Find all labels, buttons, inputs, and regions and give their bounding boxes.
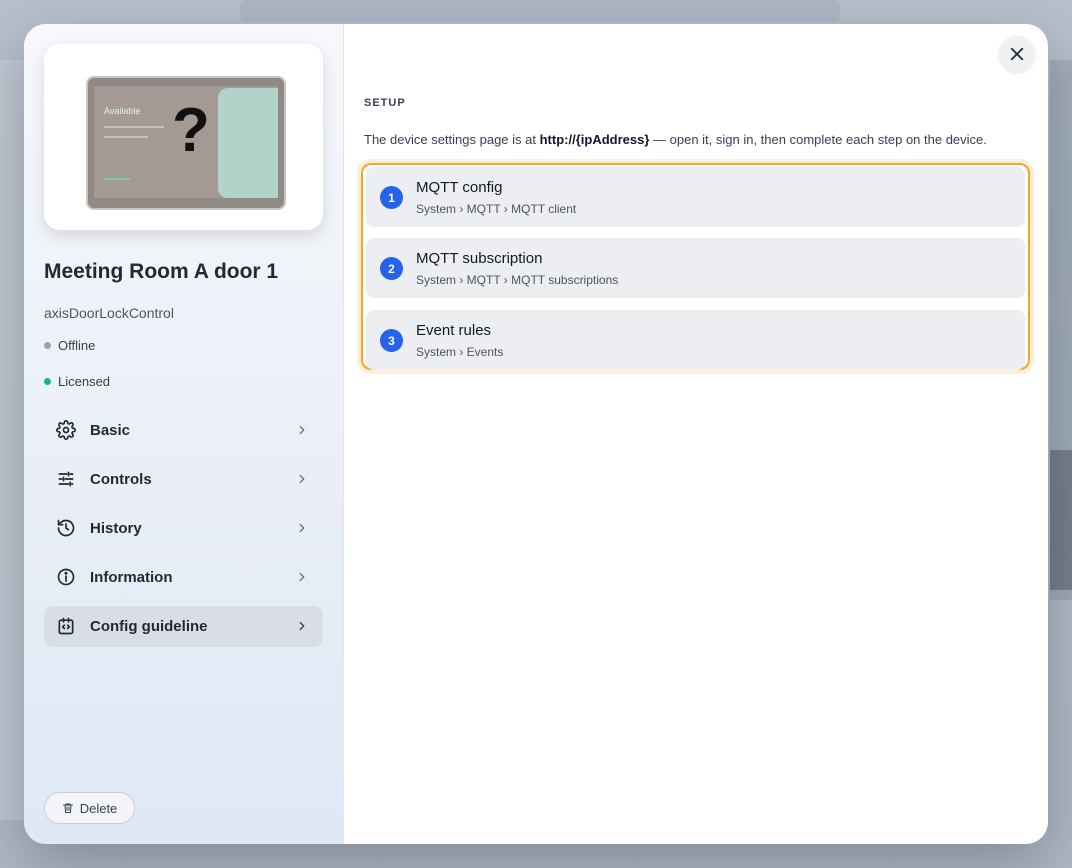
- setup-step-mqtt-subscription[interactable]: 2 MQTT subscription System › MQTT › MQTT…: [366, 238, 1025, 298]
- device-image: Available ?: [86, 76, 286, 210]
- history-icon: [57, 519, 75, 537]
- step-path: System › MQTT › MQTT client: [416, 202, 577, 216]
- close-icon: [1010, 47, 1024, 61]
- step-number-badge: 1: [380, 186, 403, 209]
- unknown-device-icon: ?: [172, 96, 210, 165]
- sidebar-nav: Basic Controls History Information Confi…: [44, 410, 323, 655]
- sidebar: Available ? Meeting Room A door 1 axisDo…: [24, 24, 344, 844]
- sidebar-item-label: Controls: [90, 471, 152, 488]
- chevron-right-icon: [299, 523, 305, 533]
- device-image-card: Available ?: [44, 44, 323, 230]
- delete-button[interactable]: Delete: [44, 792, 135, 824]
- device-image-available-text: Available: [104, 106, 141, 116]
- step-number-badge: 2: [380, 257, 403, 280]
- delete-label: Delete: [79, 800, 118, 816]
- setup-steps-list: 1 MQTT config System › MQTT › MQTT clien…: [361, 163, 1030, 370]
- sidebar-item-label: Basic: [90, 422, 131, 439]
- sidebar-item-label: Information: [90, 569, 173, 586]
- device-address: http://{ipAddress}: [539, 132, 650, 147]
- info-icon: [57, 568, 75, 586]
- step-title: Event rules: [416, 322, 492, 339]
- chevron-right-icon: [299, 572, 305, 582]
- step-path: System › MQTT › MQTT subscriptions: [416, 273, 619, 287]
- status-licensed: Licensed: [44, 374, 110, 389]
- sidebar-item-history[interactable]: History: [44, 508, 323, 549]
- chevron-right-icon: [299, 621, 305, 631]
- backdrop-bar: [240, 0, 840, 22]
- step-path: System › Events: [416, 345, 504, 359]
- setup-step-mqtt-config[interactable]: 1 MQTT config System › MQTT › MQTT clien…: [366, 167, 1025, 227]
- status-offline: Offline: [44, 338, 95, 353]
- device-type: axisDoorLockControl: [44, 305, 174, 321]
- step-number-badge: 3: [380, 329, 403, 352]
- device-title: Meeting Room A door 1: [44, 260, 279, 283]
- setup-intro: The device settings page is at http://{i…: [364, 132, 987, 147]
- section-label-setup: SETUP: [364, 97, 406, 109]
- chevron-right-icon: [299, 425, 305, 435]
- sidebar-item-controls[interactable]: Controls: [44, 459, 323, 500]
- config-icon: [58, 617, 74, 635]
- close-button[interactable]: [999, 36, 1035, 72]
- step-title: MQTT config: [416, 179, 503, 196]
- sidebar-item-config-guideline[interactable]: Config guideline: [44, 606, 323, 647]
- device-modal: Available ? Meeting Room A door 1 axisDo…: [24, 24, 1048, 844]
- chevron-right-icon: [299, 474, 305, 484]
- backdrop-left: [0, 60, 24, 820]
- sidebar-item-label: History: [90, 520, 142, 537]
- status-dot-offline: [44, 342, 51, 349]
- setup-step-event-rules[interactable]: 3 Event rules System › Events: [366, 310, 1025, 370]
- gear-icon: [56, 420, 76, 440]
- sidebar-item-label: Config guideline: [90, 618, 208, 635]
- backdrop-right-dark: [1050, 450, 1072, 590]
- sliders-icon: [58, 471, 74, 487]
- trash-icon: [62, 803, 73, 813]
- step-title: MQTT subscription: [416, 250, 543, 267]
- sidebar-item-information[interactable]: Information: [44, 557, 323, 598]
- status-dot-licensed: [44, 378, 51, 385]
- sidebar-item-basic[interactable]: Basic: [44, 410, 323, 451]
